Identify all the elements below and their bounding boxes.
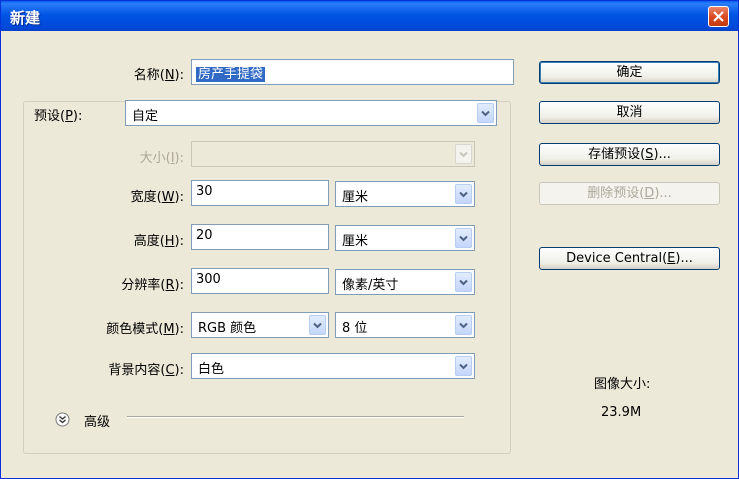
size-select — [191, 141, 475, 167]
chevron-down-icon — [481, 110, 490, 117]
resolution-input-value: 300 — [196, 272, 221, 287]
chevron-down-icon — [459, 363, 468, 370]
preset-dropdown-button[interactable] — [477, 103, 494, 123]
resolution-unit-select[interactable]: 像素/英寸 — [335, 269, 475, 295]
dialog-body: 名称(N): 房产手提袋 预设(P): 自定 大小(I): 宽度(W): 30 … — [4, 31, 735, 477]
delete-preset-button: 删除预设(D)... — [539, 182, 720, 205]
resolution-label: 分辨率(R): — [121, 278, 184, 293]
background-value: 白色 — [198, 362, 225, 377]
width-input-value: 30 — [196, 184, 213, 199]
height-input[interactable]: 20 — [191, 224, 329, 250]
chevron-down-icon — [459, 322, 468, 329]
close-button[interactable] — [708, 6, 729, 27]
width-unit-select[interactable]: 厘米 — [335, 181, 475, 207]
width-unit-dropdown-button[interactable] — [455, 184, 472, 204]
bit-depth-dropdown-button[interactable] — [455, 315, 472, 335]
background-dropdown-button[interactable] — [455, 356, 472, 376]
resolution-unit-dropdown-button[interactable] — [455, 272, 472, 292]
width-label: 宽度(W): — [130, 190, 184, 205]
width-unit-value: 厘米 — [342, 190, 369, 205]
window-title: 新建 — [10, 9, 41, 27]
image-size-value: 23.9M — [601, 405, 642, 420]
title-bar[interactable]: 新建 — [1, 1, 738, 31]
chevron-down-icon — [459, 191, 468, 198]
resolution-input[interactable]: 300 — [191, 268, 329, 294]
ok-button[interactable]: 确定 — [539, 61, 720, 84]
close-icon — [713, 11, 724, 22]
bit-depth-value: 8 位 — [342, 321, 368, 336]
preset-select[interactable]: 自定 — [125, 100, 497, 126]
name-input[interactable]: 房产手提袋 — [191, 59, 514, 85]
size-dropdown-button — [455, 144, 472, 164]
name-input-value: 房产手提袋 — [196, 67, 266, 82]
chevron-down-icon — [459, 235, 468, 242]
new-document-dialog: 新建 名称(N): 房产手提袋 预设(P): 自定 大小(I): 宽度(W): … — [0, 0, 739, 479]
resolution-unit-value: 像素/英寸 — [342, 278, 399, 293]
color-mode-dropdown-button[interactable] — [309, 315, 326, 335]
advanced-label[interactable]: 高级 — [84, 411, 110, 430]
name-label: 名称(N): — [133, 68, 184, 83]
save-preset-button[interactable]: 存储预设(S)... — [539, 143, 720, 166]
color-mode-select[interactable]: RGB 颜色 — [191, 312, 329, 338]
height-unit-dropdown-button[interactable] — [455, 228, 472, 248]
height-unit-value: 厘米 — [342, 234, 369, 249]
background-label: 背景内容(C): — [108, 363, 184, 378]
chevron-down-icon — [313, 322, 322, 329]
width-input[interactable]: 30 — [191, 180, 329, 206]
cancel-button[interactable]: 取消 — [539, 101, 720, 124]
background-select[interactable]: 白色 — [191, 353, 475, 379]
height-label: 高度(H): — [133, 234, 184, 249]
size-label: 大小(I): — [139, 151, 184, 166]
double-chevron-down-icon[interactable] — [55, 412, 70, 427]
image-size-label: 图像大小: — [594, 377, 651, 392]
chevron-down-icon — [459, 151, 468, 158]
advanced-divider — [127, 416, 464, 418]
color-mode-label: 颜色模式(M): — [106, 322, 184, 337]
device-central-button[interactable]: Device Central(E)... — [539, 247, 720, 270]
preset-select-value: 自定 — [132, 109, 159, 124]
height-input-value: 20 — [196, 228, 213, 243]
height-unit-select[interactable]: 厘米 — [335, 225, 475, 251]
preset-label: 预设(P): — [30, 105, 87, 124]
color-mode-value: RGB 颜色 — [198, 321, 257, 336]
chevron-down-icon — [459, 279, 468, 286]
bit-depth-select[interactable]: 8 位 — [335, 312, 475, 338]
